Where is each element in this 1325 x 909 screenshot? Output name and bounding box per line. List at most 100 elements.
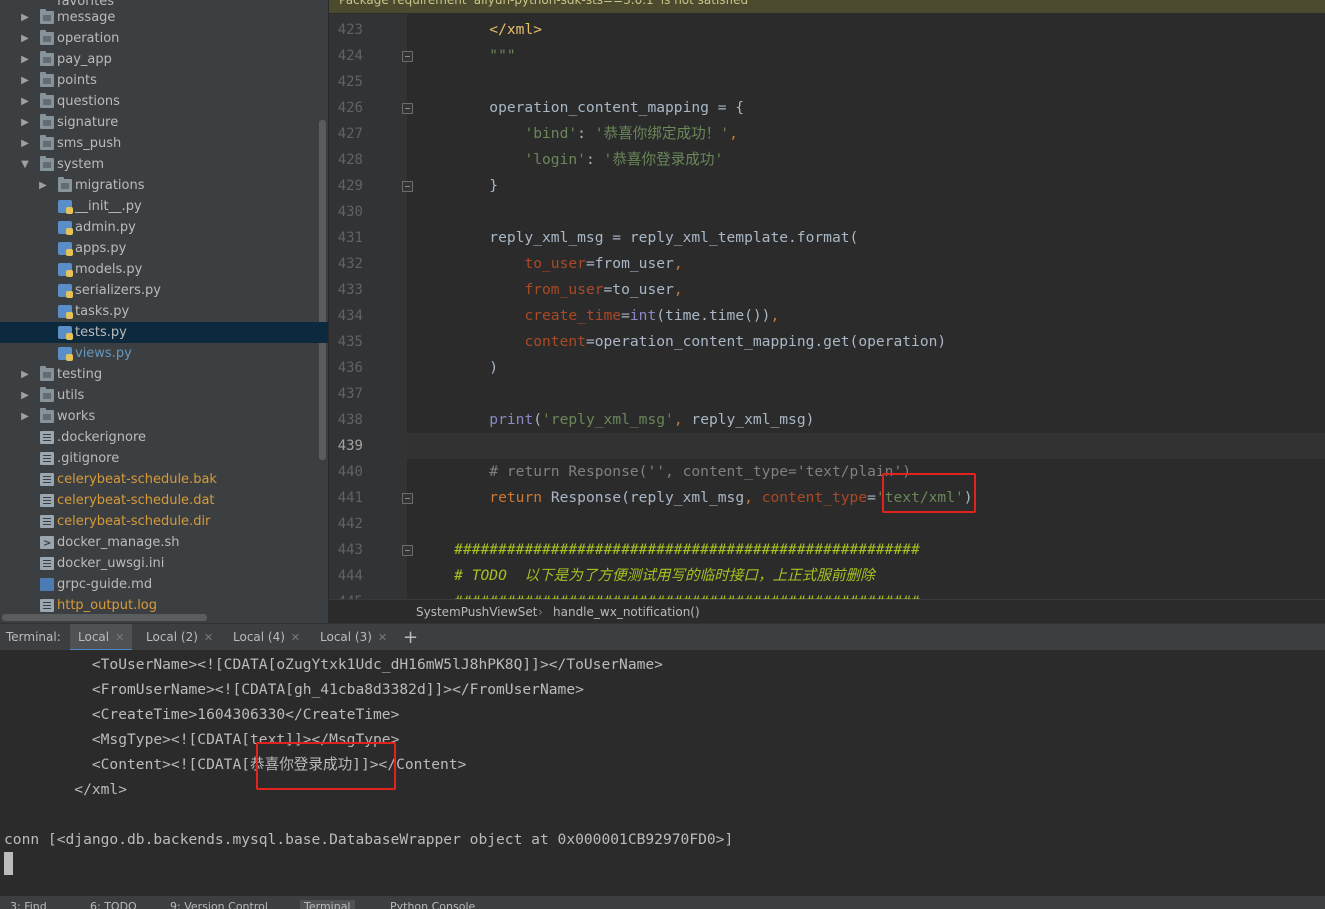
- tree-item-label: http_output.log: [57, 598, 158, 613]
- terminal-tab-label: Local: [78, 630, 110, 644]
- terminal-tab[interactable]: Local (3) ✕: [312, 624, 395, 651]
- tree-item-system[interactable]: ▼ system: [0, 154, 328, 175]
- tree-item-views-py[interactable]: views.py: [0, 343, 328, 364]
- close-tab-icon[interactable]: ✕: [378, 631, 387, 644]
- code-line[interactable]: """: [419, 43, 515, 69]
- tree-item-label: works: [57, 409, 96, 424]
- code-line[interactable]: 'login': '恭喜你登录成功': [419, 147, 723, 173]
- fold-marker-icon[interactable]: [402, 103, 413, 114]
- close-tab-icon[interactable]: ✕: [115, 631, 124, 644]
- breadcrumb-class[interactable]: SystemPushViewSet: [416, 600, 537, 623]
- tree-item-signature[interactable]: ▶ signature: [0, 112, 328, 133]
- code-line[interactable]: 'bind': '恭喜你绑定成功！',: [419, 121, 737, 147]
- fold-marker-icon[interactable]: [402, 51, 413, 62]
- python-file-icon: [58, 200, 73, 214]
- breadcrumb-function[interactable]: handle_wx_notification(): [553, 600, 700, 623]
- tree-item-celerybeat-schedule-dir[interactable]: celerybeat-schedule.dir: [0, 511, 328, 532]
- collapsed-arrow-icon[interactable]: ▶: [20, 406, 30, 427]
- collapsed-arrow-icon[interactable]: ▶: [20, 133, 30, 154]
- tree-item-label: apps.py: [75, 241, 127, 256]
- line-number: 428: [337, 152, 363, 168]
- collapsed-arrow-icon[interactable]: ▶: [20, 91, 30, 112]
- code-line[interactable]: }: [419, 173, 498, 199]
- close-tab-icon[interactable]: ✕: [204, 631, 213, 644]
- tree-item-utils[interactable]: ▶ utils: [0, 385, 328, 406]
- tree-item-celerybeat-schedule-bak[interactable]: celerybeat-schedule.bak: [0, 469, 328, 490]
- code-line[interactable]: create_time=int(time.time()),: [419, 303, 779, 329]
- python-file-icon: [58, 347, 73, 361]
- collapsed-arrow-icon[interactable]: ▶: [20, 28, 30, 49]
- collapsed-arrow-icon[interactable]: ▶: [20, 112, 30, 133]
- tree-item-celerybeat-schedule-dat[interactable]: celerybeat-schedule.dat: [0, 490, 328, 511]
- tree-item-operation[interactable]: ▶ operation: [0, 28, 328, 49]
- tree-item-docker-uwsgi-ini[interactable]: docker_uwsgi.ini: [0, 553, 328, 574]
- tree-item-questions[interactable]: ▶ questions: [0, 91, 328, 112]
- python-file-icon: [58, 284, 73, 298]
- tree-item-dockerignore[interactable]: .dockerignore: [0, 427, 328, 448]
- code-line[interactable]: ): [419, 355, 498, 381]
- folder-icon: [40, 93, 54, 108]
- code-line[interactable]: operation_content_mapping = {: [419, 95, 744, 121]
- collapsed-arrow-icon[interactable]: ▶: [20, 70, 30, 91]
- tree-item-grpc-guide-md[interactable]: grpc-guide.md: [0, 574, 328, 595]
- tree-item-works[interactable]: ▶ works: [0, 406, 328, 427]
- tree-item-label: .gitignore: [57, 451, 120, 466]
- find-tool-button[interactable]: 3: Find: [10, 900, 47, 909]
- file-icon: [40, 494, 54, 507]
- tree-item-serializers-py[interactable]: serializers.py: [0, 280, 328, 301]
- tree-item-gitignore[interactable]: .gitignore: [0, 448, 328, 469]
- tree-item-init-py[interactable]: __init__.py: [0, 196, 328, 217]
- tree-item-tasks-py[interactable]: tasks.py: [0, 301, 328, 322]
- expanded-arrow-icon[interactable]: ▼: [20, 154, 30, 175]
- tree-item-points[interactable]: ▶ points: [0, 70, 328, 91]
- tree-item-label: system: [57, 157, 104, 172]
- collapsed-arrow-icon[interactable]: ▶: [20, 385, 30, 406]
- package-requirement-notice[interactable]: Package requirement 'aliyun-python-sdk-s…: [329, 0, 1325, 13]
- terminal-tab[interactable]: Local (4) ✕: [225, 624, 308, 651]
- terminal-tool-button[interactable]: Terminal: [300, 900, 355, 909]
- python-console-tool-button[interactable]: Python Console: [390, 900, 475, 909]
- collapsed-arrow-icon[interactable]: ▶: [38, 175, 48, 196]
- code-line[interactable]: </xml>: [419, 17, 542, 43]
- terminal-tab[interactable]: Local ✕: [70, 624, 133, 651]
- code-line[interactable]: reply_xml_msg = reply_xml_template.forma…: [419, 225, 858, 251]
- tree-item-docker-manage-sh[interactable]: docker_manage.sh: [0, 532, 328, 554]
- folder-icon: [58, 177, 72, 192]
- code-line[interactable]: to_user=from_user,: [419, 251, 682, 277]
- tree-item-models-py[interactable]: models.py: [0, 259, 328, 280]
- terminal-tab[interactable]: Local (2) ✕: [138, 624, 221, 651]
- code-line[interactable]: content=operation_content_mapping.get(op…: [419, 329, 946, 355]
- code-editor[interactable]: Package requirement 'aliyun-python-sdk-s…: [329, 0, 1325, 623]
- markdown-file-icon: [40, 578, 54, 591]
- fold-marker-icon[interactable]: [402, 181, 413, 192]
- code-line[interactable]: # return Response('', content_type='text…: [419, 459, 911, 485]
- tree-item-sms-push[interactable]: ▶ sms_push: [0, 133, 328, 154]
- current-line-highlight: [407, 433, 1325, 459]
- tree-item-testing[interactable]: ▶ testing: [0, 364, 328, 385]
- code-line[interactable]: from_user=to_user,: [419, 277, 682, 303]
- terminal-output[interactable]: conn [<django.db.backends.mysql.base.Dat…: [0, 650, 1325, 896]
- tree-item-migrations[interactable]: ▶ migrations: [0, 175, 328, 196]
- line-number: 437: [337, 386, 363, 402]
- version-control-tool-button[interactable]: 9: Version Control: [170, 900, 268, 909]
- line-number: 426: [337, 100, 363, 116]
- add-terminal-tab-icon[interactable]: +: [403, 624, 418, 651]
- tree-item-label: operation: [57, 31, 120, 46]
- fold-marker-icon[interactable]: [402, 493, 413, 504]
- fold-marker-icon[interactable]: [402, 545, 413, 556]
- code-line[interactable]: # TODO 以下是为了方便测试用写的临时接口，上正式服前删除: [419, 563, 875, 589]
- line-number: 429: [337, 178, 363, 194]
- tree-item-tests-py[interactable]: tests.py: [0, 322, 328, 343]
- tree-item-message[interactable]: ▶ message: [0, 7, 328, 28]
- close-tab-icon[interactable]: ✕: [291, 631, 300, 644]
- collapsed-arrow-icon[interactable]: ▶: [20, 49, 30, 70]
- tree-item-apps-py[interactable]: apps.py: [0, 238, 328, 259]
- code-line[interactable]: ########################################…: [419, 537, 920, 563]
- code-line[interactable]: print('reply_xml_msg', reply_xml_msg): [419, 407, 814, 433]
- tree-item-http-output-log[interactable]: http_output.log: [0, 595, 328, 616]
- collapsed-arrow-icon[interactable]: ▶: [20, 364, 30, 385]
- todo-tool-button[interactable]: 6: TODO: [90, 900, 137, 909]
- collapsed-arrow-icon[interactable]: ▶: [20, 7, 30, 28]
- tree-item-admin-py[interactable]: admin.py: [0, 217, 328, 238]
- tree-item-pay-app[interactable]: ▶ pay_app: [0, 49, 328, 70]
